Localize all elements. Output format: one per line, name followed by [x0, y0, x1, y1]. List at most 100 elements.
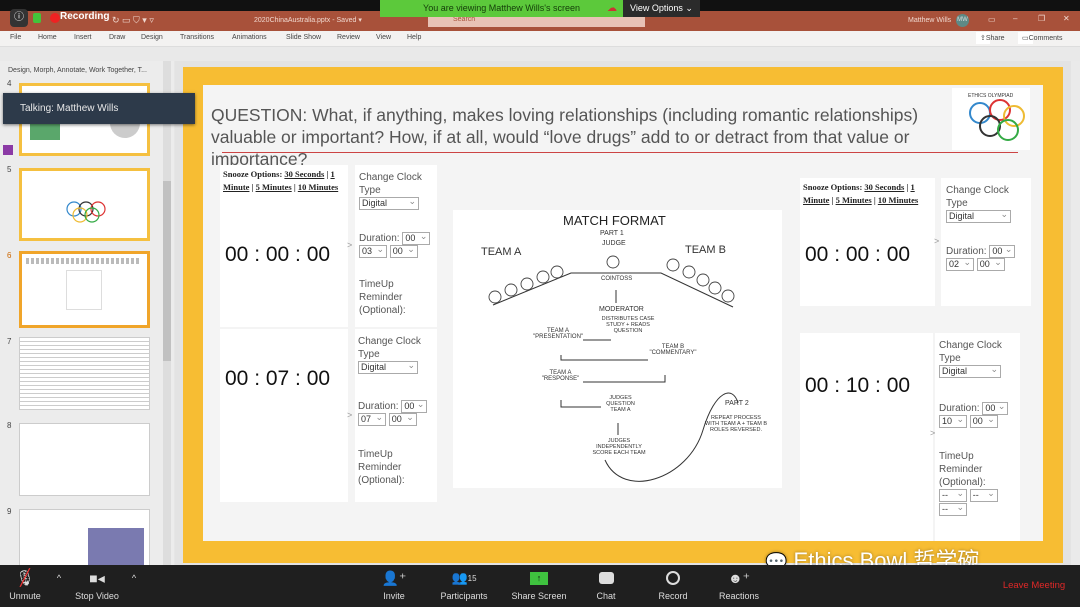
tab-slide-show[interactable]: Slide Show	[286, 34, 321, 41]
slide-thumbnail-5[interactable]	[19, 168, 150, 241]
minimize-icon[interactable]: –	[1013, 14, 1017, 23]
tab-file[interactable]: File	[10, 34, 21, 41]
lock-icon	[33, 13, 41, 23]
info-icon[interactable]: ⓘ	[10, 9, 28, 27]
minutes-select[interactable]: 10	[939, 414, 967, 429]
chat-button[interactable]: Chat	[590, 565, 622, 607]
timer-widget-2: 00 : 07 : 00	[220, 329, 348, 502]
tab-home[interactable]: Home	[38, 34, 57, 41]
seconds-select[interactable]: 00	[389, 244, 418, 259]
snooze-5-minutes[interactable]: 5 Minutes	[836, 195, 872, 205]
minutes-select[interactable]: 03	[359, 244, 387, 259]
snooze-10-minutes[interactable]: 10 Minutes	[878, 195, 918, 205]
timer-widget-1: Snooze Options: 30 Seconds | 1 Minute | …	[220, 165, 348, 327]
seconds-select[interactable]: 00	[969, 414, 998, 429]
reactions-label: Reactions	[718, 591, 760, 601]
share-button[interactable]: ⇪ Share	[976, 32, 1005, 44]
stop-video-button[interactable]: ■◂ Stop Video	[70, 565, 124, 607]
right-scrollbar[interactable]	[1071, 61, 1080, 565]
chevron-up-icon: ^	[56, 573, 62, 583]
audio-options-chevron[interactable]: ^	[52, 565, 66, 607]
timer-controls-3: Change Clock Type Digital Duration: 00 0…	[941, 178, 1031, 306]
timer-widget-3: Snooze Options: 30 Seconds | 1 Minute | …	[800, 178, 935, 306]
tab-animations[interactable]: Animations	[232, 34, 267, 41]
judges-question-label: JUDGES QUESTION TEAM A	[606, 395, 635, 413]
ribbon-collapsed-strip	[0, 47, 1080, 61]
thumbnail-scrollbar[interactable]	[163, 61, 171, 565]
share-screen-button[interactable]: ↑ Share Screen	[508, 565, 570, 607]
participants-label: Participants	[440, 591, 488, 601]
seconds-select[interactable]: 00	[976, 257, 1005, 272]
chat-bubble-icon	[590, 565, 622, 591]
snooze-label: Snooze Options:	[223, 169, 283, 179]
distributes-label: DISTRIBUTES CASE STUDY + READS QUESTION	[601, 316, 655, 334]
title-underline	[222, 152, 1018, 153]
hours-select[interactable]: 00	[402, 231, 431, 246]
participant-count: 15	[467, 573, 477, 583]
slide-thumbnail-6[interactable]	[19, 251, 150, 328]
timer-controls-2: Change Clock Type Digital Duration: 00 0…	[355, 329, 437, 502]
view-options-button[interactable]: View Options ⌄	[623, 0, 700, 17]
viewing-banner: You are viewing Matthew Wills's screen ☁	[380, 0, 623, 17]
minutes-select[interactable]: 02	[946, 257, 974, 272]
clock-type-select[interactable]: Digital	[939, 364, 1001, 378]
hours-select[interactable]: 00	[989, 244, 1016, 259]
unmute-button[interactable]: 🎙 ╱ Unmute	[4, 565, 46, 607]
reminder-minutes-select[interactable]: --	[969, 488, 998, 503]
snooze-options: Snooze Options: 30 Seconds | 1 Minute | …	[223, 169, 339, 192]
snooze-5-minutes[interactable]: 5 Minutes	[256, 182, 292, 192]
clock-type-label: Change Clock Type	[358, 336, 421, 360]
presentation-label: TEAM A "PRESENTATION"	[533, 328, 584, 340]
invite-button[interactable]: 👤⁺ Invite	[378, 565, 410, 607]
snooze-10-minutes[interactable]: 10 Minutes	[298, 182, 338, 192]
tab-transitions[interactable]: Transitions	[180, 34, 214, 41]
comments-button[interactable]: ▭ Comments	[1018, 32, 1062, 44]
part1-label: PART 1	[600, 230, 624, 237]
leave-meeting-button[interactable]: Leave Meeting	[1002, 565, 1066, 607]
seconds-select[interactable]: 00	[388, 412, 417, 427]
participants-button[interactable]: 👥 15 Participants	[436, 565, 492, 607]
clock-type-select[interactable]: Digital	[358, 360, 418, 374]
timer-controls-1: Change Clock Type Digital Duration: 00 0…	[355, 165, 437, 327]
clock-type-select[interactable]: Digital	[359, 196, 419, 210]
minutes-select[interactable]: 07	[358, 412, 386, 427]
reactions-button[interactable]: ☻⁺ Reactions	[716, 565, 762, 607]
part2-label: PART 2	[725, 400, 749, 407]
close-icon[interactable]: ✕	[1063, 14, 1070, 23]
video-options-chevron[interactable]: ^	[127, 565, 141, 607]
tab-view[interactable]: View	[376, 34, 391, 41]
avatar[interactable]: MW	[956, 14, 969, 27]
collapse-arrow[interactable]: >	[347, 410, 352, 420]
slide-thumbnail-7[interactable]	[19, 337, 150, 410]
participants-icon: 👥 15	[451, 570, 477, 585]
ribbon-display-icon[interactable]: ▭	[988, 15, 996, 24]
slide-number: 7	[7, 337, 12, 346]
collapse-arrow[interactable]: >	[347, 240, 352, 250]
hours-select[interactable]: 00	[401, 399, 428, 414]
tab-help[interactable]: Help	[407, 34, 421, 41]
record-button[interactable]: Record	[654, 565, 692, 607]
tab-review[interactable]: Review	[337, 34, 360, 41]
reminder-hours-select[interactable]: --	[939, 488, 967, 503]
snooze-30-seconds[interactable]: 30 Seconds	[284, 169, 324, 179]
hours-select[interactable]: 00	[982, 401, 1009, 416]
snooze-30-seconds[interactable]: 30 Seconds	[864, 182, 904, 192]
reminder-seconds-select[interactable]: --	[939, 502, 967, 516]
tab-draw[interactable]: Draw	[109, 34, 125, 41]
team-a-label: TEAM A	[481, 246, 522, 258]
clock-display: 00 : 10 : 00	[805, 374, 911, 397]
collapse-arrow[interactable]: >	[934, 236, 939, 246]
file-title: 2020ChinaAustralia.pptx	[254, 17, 331, 24]
talking-indicator: Talking: Matthew Wills	[3, 93, 195, 124]
share-screen-icon: ↑	[508, 565, 570, 591]
restore-icon[interactable]: ❐	[1038, 14, 1045, 23]
smiley-icon: ☻⁺	[727, 569, 751, 586]
slide-number: 6	[7, 251, 12, 260]
stop-video-label: Stop Video	[75, 591, 119, 601]
section-header[interactable]: Design, Morph, Annotate, Work Together, …	[8, 67, 147, 74]
clock-display: 00 : 00 : 00	[225, 243, 331, 266]
clock-type-select[interactable]: Digital	[946, 209, 1011, 223]
tab-design[interactable]: Design	[141, 34, 163, 41]
tab-insert[interactable]: Insert	[74, 34, 92, 41]
slide-thumbnail-8[interactable]	[19, 423, 150, 496]
